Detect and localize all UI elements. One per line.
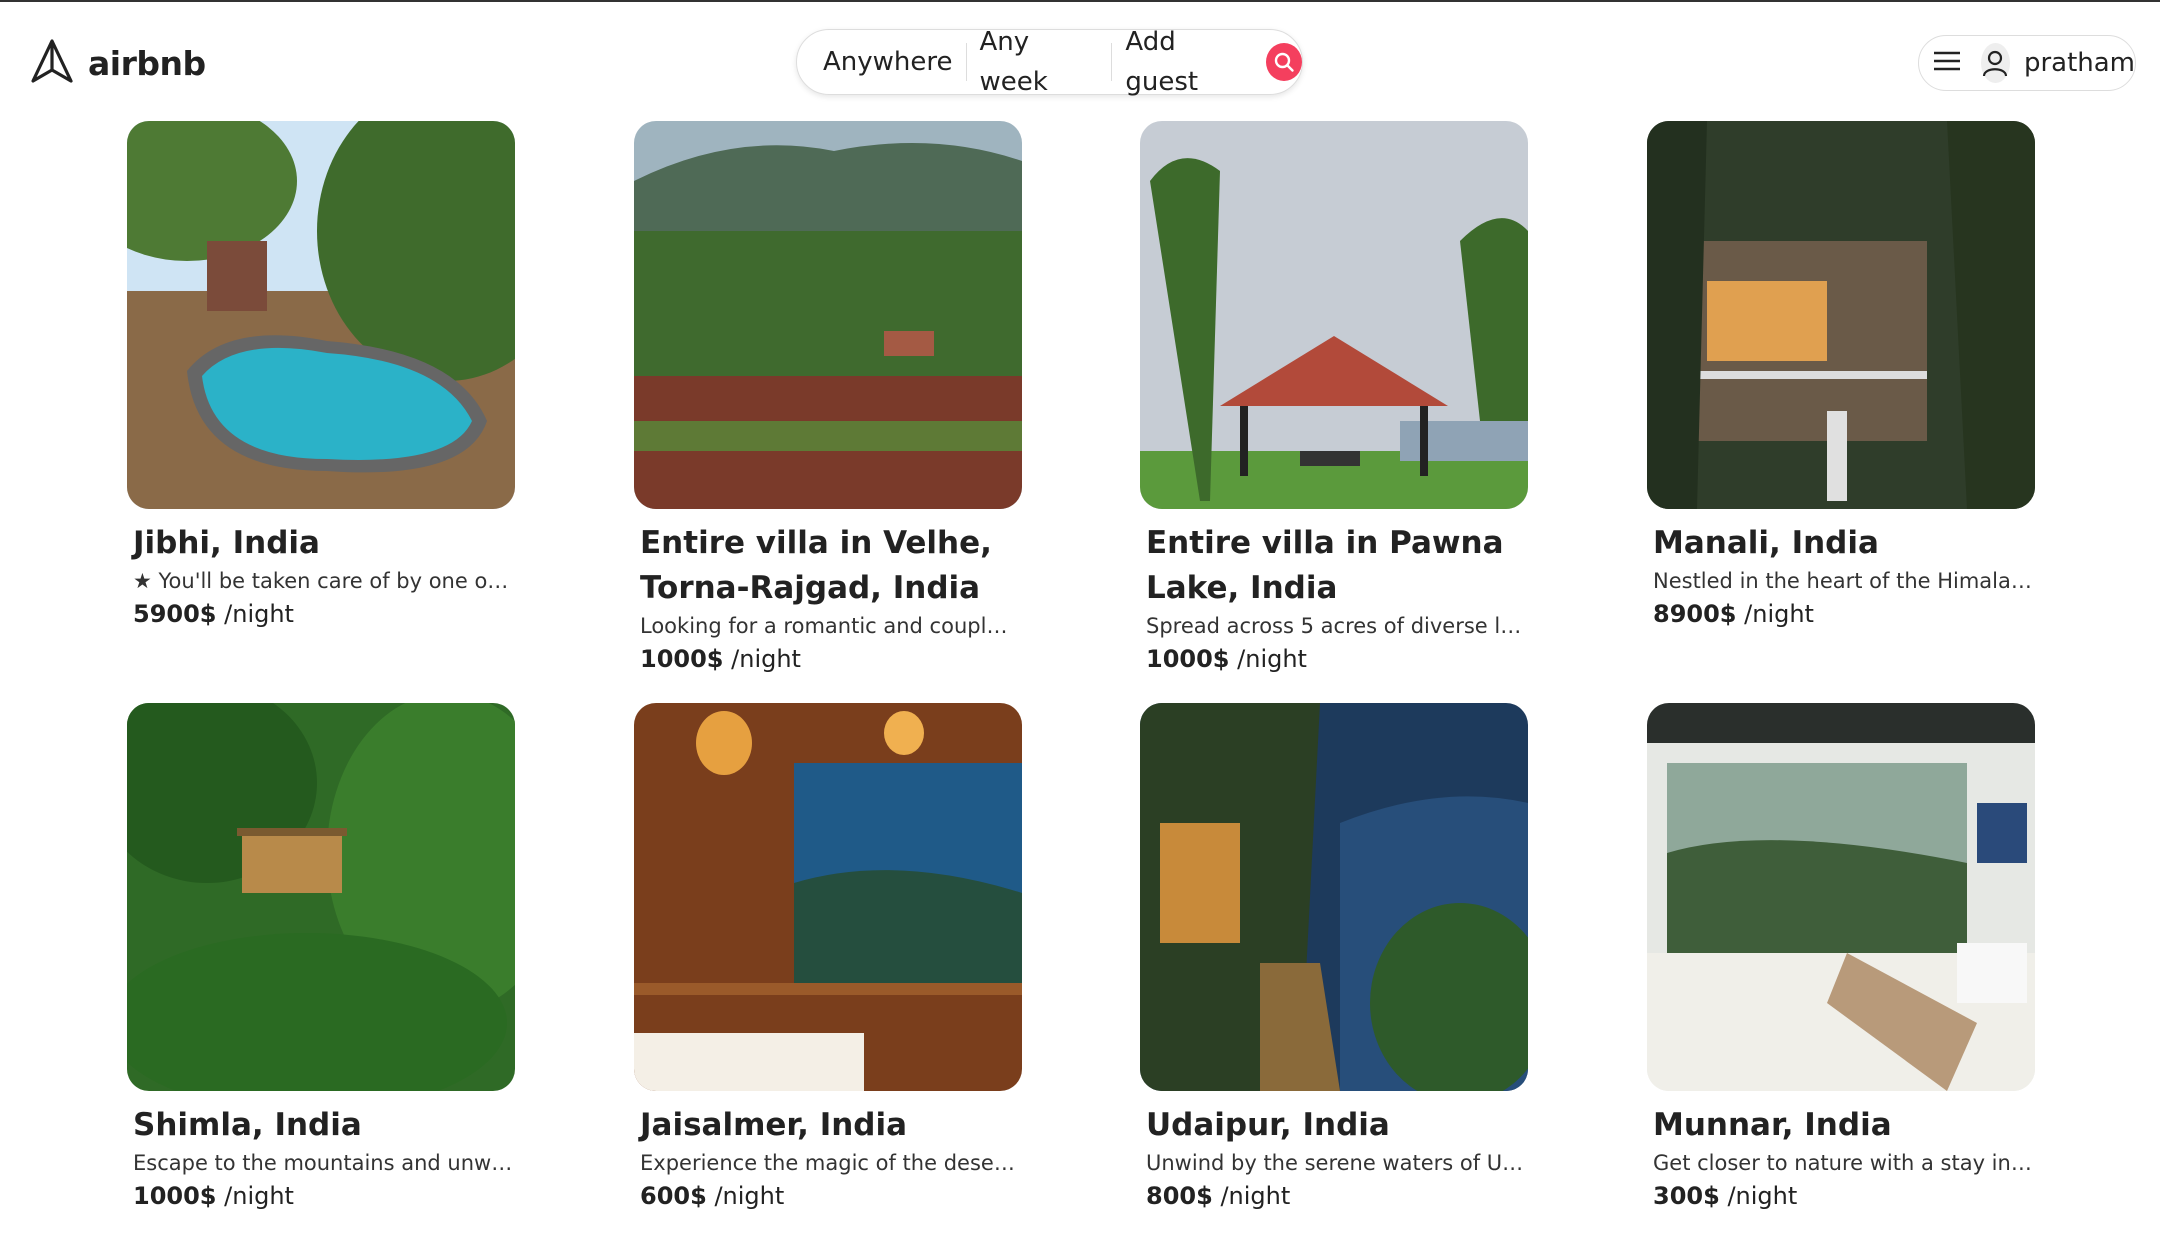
listing-price: 1000$	[1146, 645, 1230, 673]
listing-price: 8900$	[1653, 600, 1737, 628]
listing-title: Shimla, India	[133, 1107, 362, 1143]
listing-description: Nestled in the heart of the Himalay…	[1653, 569, 2033, 593]
listing-description: Looking for a romantic and couple-f…	[640, 614, 1020, 638]
listing-title: Jibhi, India	[133, 525, 320, 561]
listing-price: 800$	[1146, 1182, 1213, 1210]
listing-description: ★ You'll be taken care of by one of …	[133, 569, 513, 593]
listing-price: 1000$	[133, 1182, 217, 1210]
listing-description: Spread across 5 acres of diverse lan…	[1146, 614, 1526, 638]
listing-price: 5900$	[133, 600, 217, 628]
price-unit: /night	[224, 600, 294, 628]
user-menu-button[interactable]: pratham	[1918, 35, 2136, 91]
listing-photo[interactable]	[127, 703, 515, 1091]
listing-photo[interactable]	[1647, 703, 2035, 1091]
listing-card[interactable]: Entire villa in Velhe, Torna-Rajgad, Ind…	[634, 121, 1024, 677]
logo[interactable]: airbnb	[30, 38, 206, 88]
user-icon	[1983, 50, 2008, 77]
top-header: airbnb Anywhere Any week Add guest prath…	[0, 2, 2160, 122]
listing-title: Entire villa in Pawna Lake, India	[1146, 525, 1504, 606]
price-unit: /night	[731, 645, 801, 673]
listing-photo[interactable]	[634, 121, 1022, 509]
listing-card[interactable]: Entire villa in Pawna Lake, India Spread…	[1140, 121, 1530, 677]
airbnb-logo-icon	[30, 38, 74, 88]
search-when[interactable]: Any week	[966, 22, 1111, 102]
listing-description: Experience the magic of the desert …	[640, 1151, 1020, 1175]
listing-title: Entire villa in Velhe, Torna-Rajgad, Ind…	[640, 525, 992, 606]
search-bar[interactable]: Anywhere Any week Add guest	[796, 27, 1303, 97]
listing-price: 600$	[640, 1182, 707, 1210]
search-where[interactable]: Anywhere	[797, 42, 966, 82]
avatar	[1981, 43, 2010, 83]
listing-photo[interactable]	[1647, 121, 2035, 509]
listing-card[interactable]: Jibhi, India ★ You'll be taken care of b…	[127, 121, 517, 632]
listing-description: Get closer to nature with a stay in t…	[1653, 1151, 2033, 1175]
listing-description: Unwind by the serene waters of Ud…	[1146, 1151, 1526, 1175]
listing-card[interactable]: Shimla, India Escape to the mountains an…	[127, 703, 517, 1214]
search-icon	[1274, 52, 1294, 72]
search-who[interactable]: Add guest	[1112, 22, 1262, 102]
listing-card[interactable]: Munnar, India Get closer to nature with …	[1647, 703, 2037, 1214]
username: pratham	[2023, 48, 2135, 78]
price-unit: /night	[1727, 1182, 1798, 1210]
listing-card[interactable]: Jaisalmer, India Experience the magic of…	[634, 703, 1024, 1214]
price-unit: /night	[1744, 600, 1814, 628]
listing-description: Escape to the mountains and unwin…	[133, 1151, 513, 1175]
listing-card[interactable]: Udaipur, India Unwind by the serene wate…	[1140, 703, 1530, 1214]
listing-price: 1000$	[640, 645, 724, 673]
listing-card[interactable]: Manali, India Nestled in the heart of th…	[1647, 121, 2037, 632]
listing-photo[interactable]	[127, 121, 515, 509]
listing-photo[interactable]	[1140, 121, 1528, 509]
listing-title: Munnar, India	[1653, 1107, 1892, 1143]
listing-title: Udaipur, India	[1146, 1107, 1390, 1143]
listing-title: Jaisalmer, India	[640, 1107, 908, 1143]
search-button[interactable]	[1266, 43, 1302, 81]
price-unit: /night	[224, 1182, 294, 1210]
listing-title: Manali, India	[1653, 525, 1879, 561]
price-unit: /night	[714, 1182, 785, 1210]
listing-price: 300$	[1653, 1182, 1720, 1210]
price-unit: /night	[1237, 645, 1307, 673]
price-unit: /night	[1220, 1182, 1291, 1210]
logo-text: airbnb	[88, 43, 206, 83]
listing-photo[interactable]	[634, 703, 1022, 1091]
menu-icon	[1931, 49, 1963, 77]
listing-photo[interactable]	[1140, 703, 1528, 1091]
